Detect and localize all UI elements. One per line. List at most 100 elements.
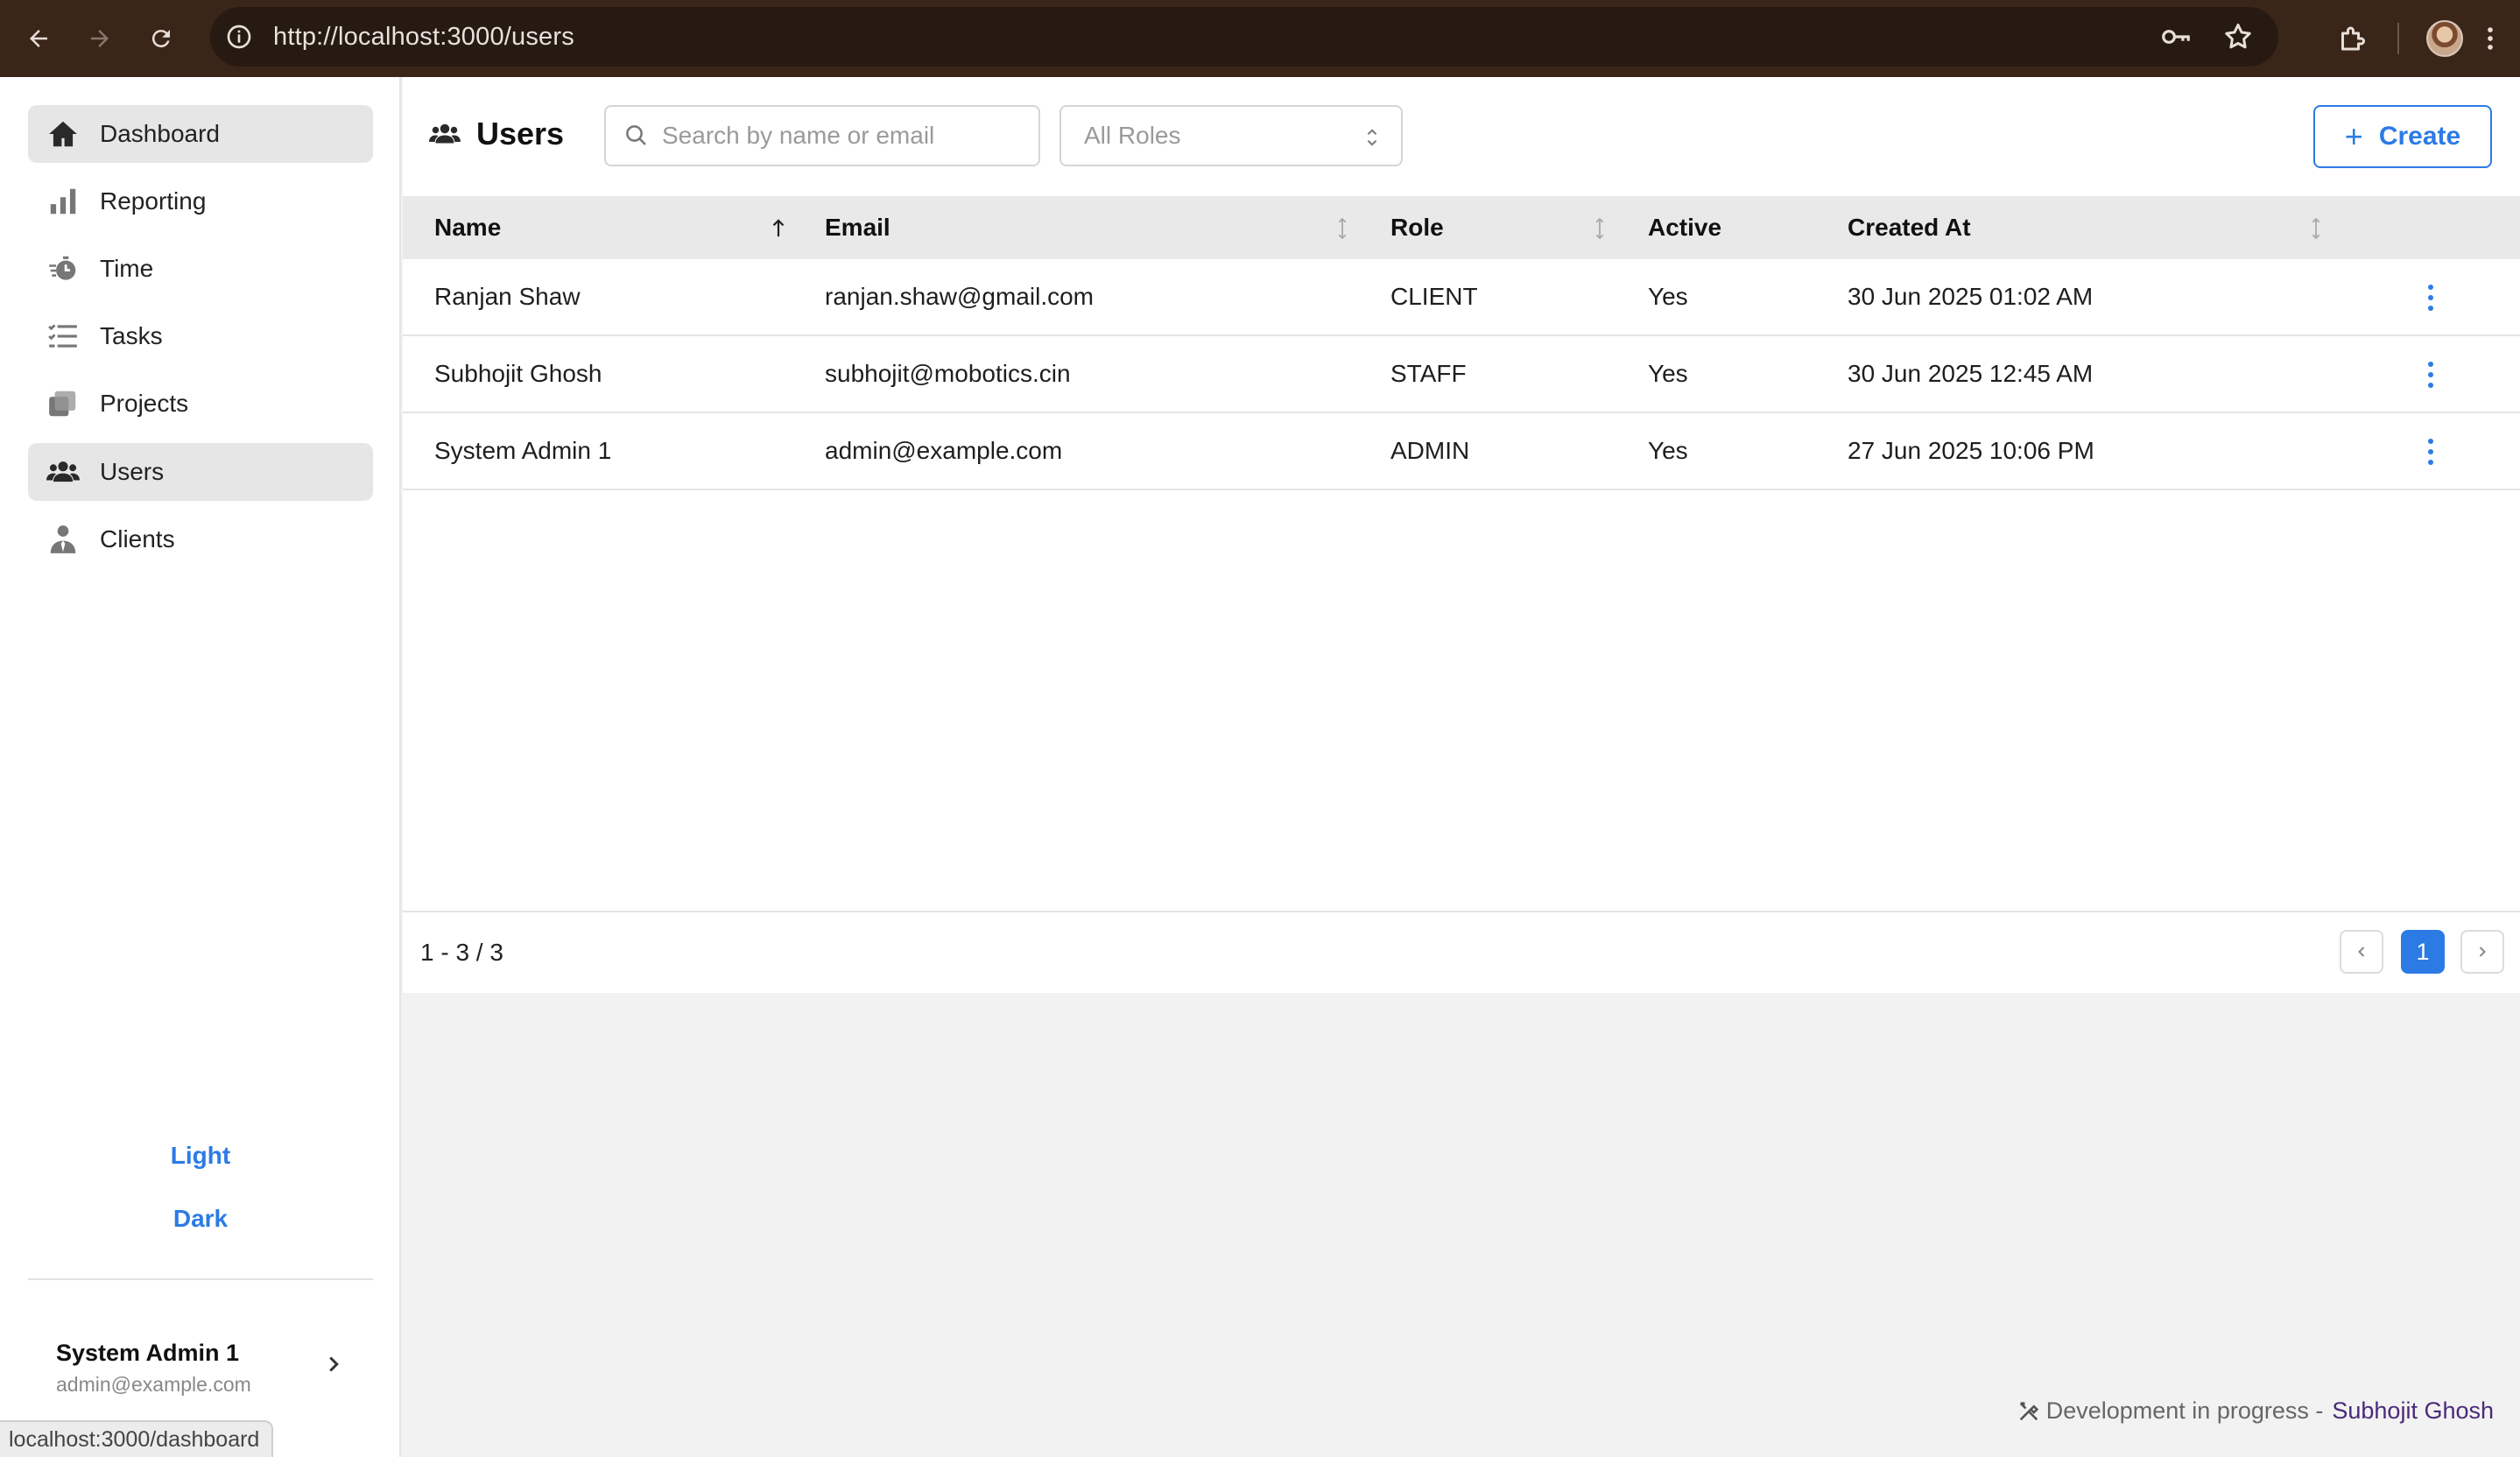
column-header-name[interactable]: Name: [434, 196, 501, 259]
create-button-label: Create: [2378, 122, 2461, 151]
sidebar-divider: [28, 1278, 373, 1280]
cell-name: System Admin 1: [434, 437, 612, 464]
cell-email: subhojit@mobotics.cin: [825, 360, 1071, 387]
sidebar-item-label: Tasks: [100, 322, 163, 349]
row-actions-icon[interactable]: [2425, 359, 2436, 391]
site-info-icon[interactable]: [221, 18, 257, 55]
users-icon: [429, 123, 461, 144]
bar-chart-icon: [44, 182, 82, 221]
sidebar-item-projects[interactable]: Projects: [28, 375, 373, 433]
cell-name: Ranjan Shaw: [434, 283, 581, 310]
browser-menu-icon[interactable]: [2467, 16, 2513, 61]
cell-active: Yes: [1648, 360, 1688, 387]
sidebar: Dashboard Reporting Time Tasks Projects …: [0, 77, 401, 1457]
stopwatch-icon: [44, 250, 82, 288]
column-header-role[interactable]: Role: [1390, 196, 1444, 259]
sidebar-item-tasks[interactable]: Tasks: [28, 307, 373, 365]
row-actions-icon[interactable]: [2425, 282, 2436, 313]
reload-icon: [151, 30, 170, 48]
forward-button[interactable]: [74, 12, 126, 65]
theme-dark-button[interactable]: Dark: [0, 1205, 401, 1233]
sidebar-item-time[interactable]: Time: [28, 240, 373, 298]
pagination-range: 1 - 3 / 3: [420, 939, 503, 966]
users-table: Name Email Role Active Created At Ranjan…: [403, 196, 2520, 993]
address-bar[interactable]: http://localhost:3000/users: [210, 7, 2278, 67]
users-icon: [44, 453, 82, 491]
chevron-left-icon: [2358, 947, 2365, 957]
cell-email: ranjan.shaw@gmail.com: [825, 283, 1094, 310]
column-header-created-at[interactable]: Created At: [1848, 196, 1971, 259]
password-key-icon[interactable]: [2159, 20, 2193, 53]
cell-email: admin@example.com: [825, 437, 1063, 464]
sort-ascending-icon[interactable]: [769, 215, 788, 242]
sidebar-item-label: Users: [100, 458, 165, 485]
search-box[interactable]: [604, 105, 1040, 166]
cell-role: STAFF: [1390, 360, 1467, 387]
search-input[interactable]: [662, 122, 1030, 150]
cell-role: CLIENT: [1390, 283, 1478, 310]
cell-created-at: 30 Jun 2025 01:02 AM: [1848, 283, 2094, 310]
cell-name: Subhojit Ghosh: [434, 360, 602, 387]
search-icon: [626, 125, 646, 145]
cell-role: ADMIN: [1390, 437, 1470, 464]
status-bar-url: localhost:3000/dashboard: [0, 1420, 274, 1457]
bookmark-star-icon[interactable]: [2222, 21, 2254, 53]
table-row[interactable]: Subhojit Ghosh subhojit@mobotics.cin STA…: [403, 336, 2520, 413]
theme-light-button[interactable]: Light: [0, 1142, 401, 1170]
sidebar-item-label: Clients: [100, 525, 175, 553]
extensions-icon[interactable]: [2329, 16, 2375, 61]
column-header-active: Active: [1648, 214, 1722, 241]
sort-toggle-icon[interactable]: [1333, 215, 1352, 242]
row-actions-icon[interactable]: [2425, 436, 2436, 468]
home-icon: [44, 115, 82, 153]
sidebar-item-label: Projects: [100, 390, 189, 417]
sort-toggle-icon[interactable]: [1590, 215, 1609, 242]
sidebar-item-users[interactable]: Users: [28, 443, 373, 501]
select-arrows-icon: [1367, 129, 1377, 146]
cell-created-at: 27 Jun 2025 10:06 PM: [1848, 437, 2094, 464]
table-row[interactable]: System Admin 1 admin@example.com ADMIN Y…: [403, 413, 2520, 490]
sort-toggle-icon[interactable]: [2306, 215, 2326, 242]
table-row[interactable]: Ranjan Shaw ranjan.shaw@gmail.com CLIENT…: [403, 259, 2520, 336]
footer-note-text: Development in progress -: [2045, 1397, 2324, 1424]
footer-author-link[interactable]: Subhojit Ghosh: [2332, 1397, 2494, 1425]
browser-toolbar: http://localhost:3000/users: [0, 0, 2520, 77]
sidebar-item-label: Reporting: [100, 187, 207, 215]
folders-icon: [44, 384, 82, 423]
task-list-icon: [44, 317, 82, 355]
page-title: Users: [476, 116, 565, 151]
plus-icon: +: [2344, 118, 2363, 154]
footer-note: Development in progress - Subhojit Ghosh: [2017, 1397, 2494, 1425]
profile-avatar[interactable]: [2422, 16, 2467, 61]
column-header-email[interactable]: Email: [825, 196, 890, 259]
table-header: Name Email Role Active Created At: [403, 196, 2520, 259]
table-footer-divider: [403, 911, 2520, 912]
back-arrow-icon: [30, 30, 47, 47]
sidebar-item-label: Time: [100, 255, 154, 282]
sidebar-item-clients[interactable]: Clients: [28, 510, 373, 568]
next-page-button[interactable]: [2460, 930, 2504, 974]
client-icon: [44, 520, 82, 559]
cell-created-at: 30 Jun 2025 12:45 AM: [1848, 360, 2094, 387]
chevron-right-icon: [2479, 947, 2486, 957]
current-user-email: admin@example.com: [56, 1373, 251, 1396]
page-header: Users All Roles + Create: [403, 77, 2520, 196]
forward-arrow-icon: [91, 30, 109, 47]
tools-icon: [2019, 1401, 2038, 1420]
sidebar-item-dashboard[interactable]: Dashboard: [28, 105, 373, 163]
current-user-name[interactable]: System Admin 1: [56, 1340, 239, 1367]
cell-active: Yes: [1648, 283, 1688, 310]
chevron-right-icon[interactable]: [320, 1351, 347, 1377]
sidebar-item-label: Dashboard: [100, 120, 220, 147]
page-title-group: Users: [429, 116, 564, 152]
prev-page-button[interactable]: [2340, 930, 2383, 974]
toolbar-separator: [2397, 23, 2399, 54]
sidebar-item-reporting[interactable]: Reporting: [28, 172, 373, 230]
back-button[interactable]: [12, 12, 65, 65]
reload-button[interactable]: [135, 12, 187, 65]
cell-active: Yes: [1648, 437, 1688, 464]
create-button[interactable]: + Create: [2313, 105, 2492, 168]
page-button-current[interactable]: 1: [2401, 930, 2445, 974]
url-text[interactable]: http://localhost:3000/users: [273, 23, 574, 52]
role-filter-select[interactable]: All Roles: [1059, 105, 1403, 166]
